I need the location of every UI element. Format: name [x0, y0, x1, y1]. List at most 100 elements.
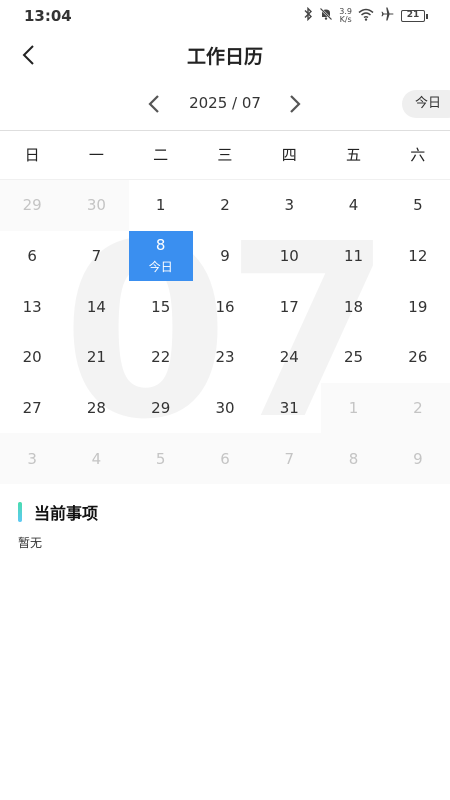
status-time: 13:04: [24, 7, 72, 25]
day-number: 29: [151, 398, 171, 417]
speed-unit: K/s: [339, 15, 352, 24]
day-number: 4: [91, 449, 102, 468]
day-number: 8: [348, 449, 359, 468]
calendar-day[interactable]: 9: [193, 231, 257, 282]
calendar-day[interactable]: 31: [257, 383, 321, 434]
previous-month-button[interactable]: [140, 90, 168, 118]
day-number: 3: [27, 449, 37, 468]
weekday-label: 四: [281, 146, 297, 164]
calendar-day[interactable]: 29: [129, 383, 193, 434]
mute-bell-icon: [319, 7, 333, 25]
page-title: 工作日历: [186, 46, 263, 68]
calendar-day[interactable]: 5: [386, 180, 450, 231]
day-number: 11: [344, 246, 364, 265]
network-speed: 3.9 K/s: [339, 8, 352, 24]
calendar-day[interactable]: 10: [257, 231, 321, 282]
calendar-day[interactable]: 3: [257, 180, 321, 231]
calendar-day[interactable]: 1: [321, 382, 386, 434]
day-number: 16: [215, 297, 235, 316]
calendar-day[interactable]: 30: [193, 383, 257, 434]
calendar-day[interactable]: 17: [257, 281, 321, 332]
calendar-day[interactable]: 2: [385, 382, 450, 434]
calendar-day[interactable]: 16: [193, 281, 257, 332]
day-number: 26: [408, 348, 428, 367]
calendar-day[interactable]: 24: [257, 332, 321, 383]
next-month-button[interactable]: [281, 90, 309, 118]
calendar-day[interactable]: 7: [64, 231, 128, 282]
day-number: 15: [151, 297, 171, 316]
chevron-right-icon: [290, 95, 301, 113]
day-number: 1: [155, 196, 166, 215]
day-number: 5: [413, 196, 423, 215]
status-bar: 13:04 3.9 K/s 21: [0, 0, 450, 32]
calendar-day[interactable]: 3: [0, 433, 65, 484]
weekday-header: 日一二三四五六: [0, 131, 450, 179]
month-navigator: 2025 / 07 今日: [0, 86, 450, 122]
calendar-day[interactable]: 25: [321, 332, 385, 383]
day-number: 13: [22, 297, 42, 316]
calendar-day[interactable]: 22: [129, 332, 193, 383]
calendar-day[interactable]: 12: [386, 231, 450, 282]
header: 工作日历: [0, 34, 450, 76]
weekday-label: 五: [345, 146, 361, 164]
day-number: 9: [413, 449, 423, 468]
day-number: 5: [155, 449, 166, 468]
calendar-day[interactable]: 9: [385, 433, 450, 484]
battery-icon: 21: [401, 10, 428, 22]
calendar-day[interactable]: 30: [64, 180, 129, 231]
status-icons: 3.9 K/s 21: [303, 6, 428, 25]
calendar-day[interactable]: 15: [129, 281, 193, 332]
calendar-day[interactable]: 4: [64, 433, 129, 484]
calendar-day[interactable]: 14: [64, 281, 128, 332]
day-number: 31: [279, 398, 299, 417]
day-number: 24: [279, 348, 299, 367]
calendar-day[interactable]: 11: [321, 231, 385, 282]
calendar-day[interactable]: 1: [129, 180, 193, 231]
calendar-day[interactable]: 4: [321, 180, 385, 231]
calendar-day[interactable]: 18: [321, 281, 385, 332]
day-number: 8: [155, 236, 166, 255]
day-number: 9: [220, 246, 230, 265]
calendar-day[interactable]: 5: [128, 433, 193, 484]
calendar-day[interactable]: 26: [386, 332, 450, 383]
bluetooth-icon: [303, 6, 313, 25]
calendar-day[interactable]: 6: [192, 433, 258, 484]
battery-level: 21: [401, 10, 425, 22]
day-number: 12: [408, 246, 428, 265]
chevron-left-icon: [148, 95, 159, 113]
calendar-grid: 29 30 1 2 3 4 5 6 7 8 今日 9 10 11 12 13 14 15 16 17 18 19 20 21 2…: [0, 180, 450, 484]
calendar-day[interactable]: 19: [386, 281, 450, 332]
calendar-day[interactable]: 6: [0, 231, 64, 282]
airplane-icon: [380, 7, 395, 25]
calendar-day[interactable]: 23: [193, 332, 257, 383]
calendar-day[interactable]: 7: [257, 433, 322, 484]
day-number: 6: [220, 449, 230, 468]
day-number: 21: [86, 348, 106, 367]
day-number: 10: [279, 246, 299, 265]
day-number: 7: [91, 246, 102, 265]
day-number: 3: [284, 196, 295, 215]
day-number: 2: [413, 398, 423, 417]
day-number: 22: [151, 348, 171, 367]
calendar-day[interactable]: 8: [321, 433, 386, 484]
calendar-grid-container: 07 29 30 1 2 3 4 5 6 7 8 今日 9 10 11 12 13 14 15 16 17 18 19 20…: [0, 180, 450, 484]
calendar-day[interactable]: 28: [64, 383, 128, 434]
day-number: 17: [279, 297, 299, 316]
current-items-section: 当前事项 暂无: [18, 500, 98, 551]
weekday-label: 六: [410, 146, 426, 164]
month-label: 2025 / 07: [189, 94, 261, 112]
calendar-day[interactable]: 2: [193, 180, 257, 231]
calendar-day[interactable]: 27: [0, 383, 64, 434]
calendar-day[interactable]: 20: [0, 332, 64, 383]
day-number: 2: [220, 196, 230, 215]
day-number: 30: [86, 196, 106, 215]
calendar-day[interactable]: 21: [64, 332, 128, 383]
calendar-day[interactable]: 13: [0, 281, 64, 332]
today-button[interactable]: 今日: [402, 90, 450, 118]
calendar-day-today[interactable]: 8 今日: [128, 230, 193, 282]
day-number: 7: [284, 449, 295, 468]
accent-bar: [18, 502, 22, 522]
calendar-day[interactable]: 29: [0, 180, 65, 231]
section-header: 当前事项: [18, 500, 98, 524]
day-number: 30: [215, 398, 235, 417]
